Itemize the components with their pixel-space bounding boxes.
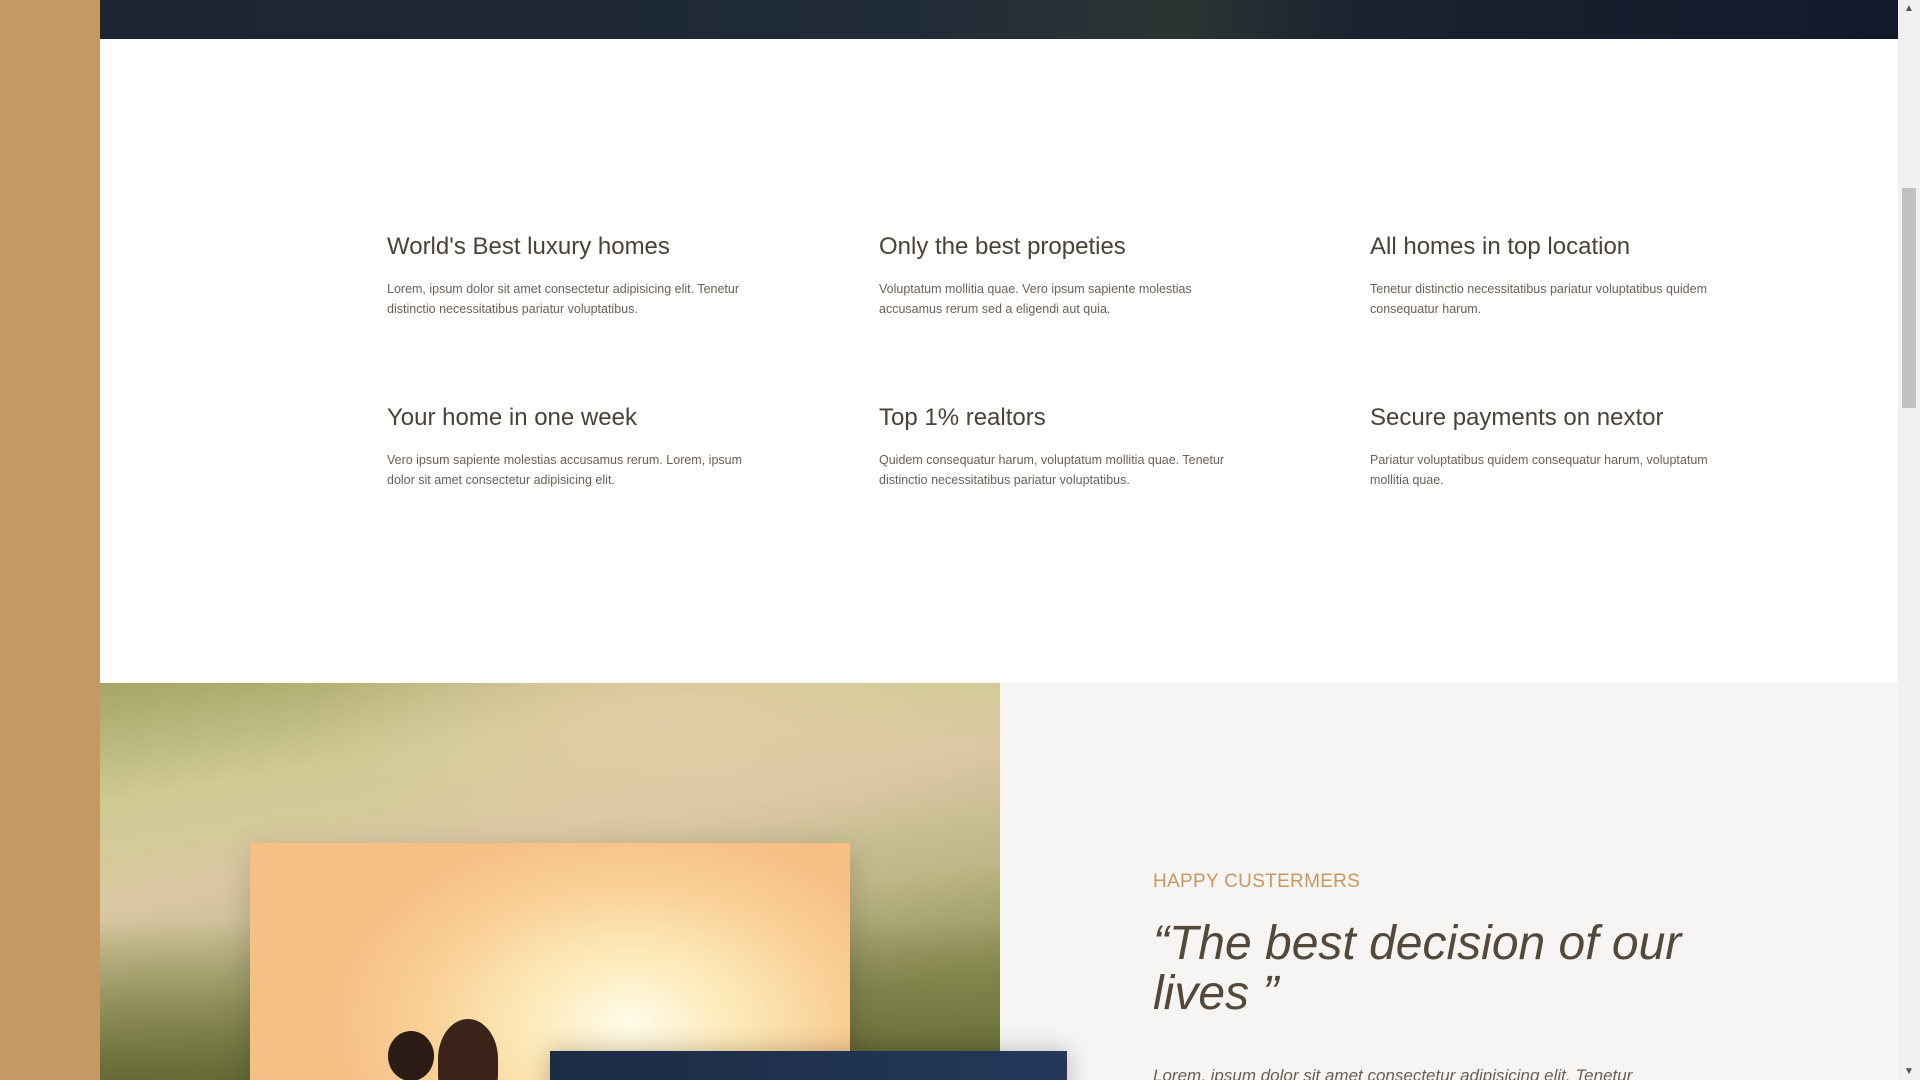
feature-title: Your home in one week — [387, 404, 637, 431]
triangle-down-icon[interactable]: ▼ — [1898, 1063, 1920, 1080]
feature-text: Quidem consequatur harum, voluptatum mol… — [879, 453, 1225, 487]
main-content: World's Best luxury homes Lorem, ipsum d… — [100, 0, 1898, 1080]
vertical-scrollbar[interactable]: ▲ ▼ — [1898, 0, 1920, 1080]
story-photo-couple — [250, 843, 850, 1080]
feature-item: World's Best luxury homes Lorem, ipsum d… — [387, 232, 747, 319]
feature-item: Secure payments on nextor Pariatur volup… — [1370, 403, 1730, 490]
feature-text: Lorem, ipsum dolor sit amet consectetur … — [387, 282, 740, 316]
feature-text: Tenetur distinctio necessitatibus pariat… — [1370, 282, 1707, 316]
couple-figure — [388, 1031, 434, 1080]
feature-text: Voluptatum mollitia quae. Vero ipsum sap… — [879, 282, 1192, 316]
story-body-text: Lorem, ipsum dolor sit amet consectetur … — [1153, 1066, 1633, 1080]
story-photo-house — [550, 1051, 1067, 1080]
header-image-strip — [100, 0, 1898, 39]
story-quote: “The best decision of our lives ” — [1153, 917, 1682, 1020]
feature-text: Pariatur voluptatibus quidem consequatur… — [1370, 453, 1708, 487]
feature-title: All homes in top location — [1370, 233, 1631, 260]
feature-item: Only the best propeties Voluptatum molli… — [879, 232, 1239, 319]
feature-title: Only the best propeties — [879, 233, 1126, 260]
feature-title: Top 1% realtors — [879, 404, 1046, 431]
feature-item: Top 1% realtors Quidem consequatur harum… — [879, 403, 1239, 490]
story-section: HAPPY CUSTERMERS “The best decision of o… — [100, 683, 1898, 1080]
left-sidebar-bar — [0, 0, 100, 1080]
feature-title: Secure payments on nextor — [1370, 404, 1664, 431]
story-tagline: HAPPY CUSTERMERS — [1153, 871, 1361, 892]
story-background-image — [100, 683, 1067, 1080]
couple-figure — [438, 1019, 498, 1080]
feature-text: Vero ipsum sapiente molestias accusamus … — [387, 453, 743, 487]
triangle-up-icon[interactable]: ▲ — [1898, 0, 1920, 17]
feature-item: Your home in one week Vero ipsum sapient… — [387, 403, 747, 490]
features-section: World's Best luxury homes Lorem, ipsum d… — [100, 39, 1898, 683]
scrollbar-thumb[interactable] — [1902, 188, 1916, 408]
feature-title: World's Best luxury homes — [387, 233, 670, 260]
feature-item: All homes in top location Tenetur distin… — [1370, 232, 1730, 319]
